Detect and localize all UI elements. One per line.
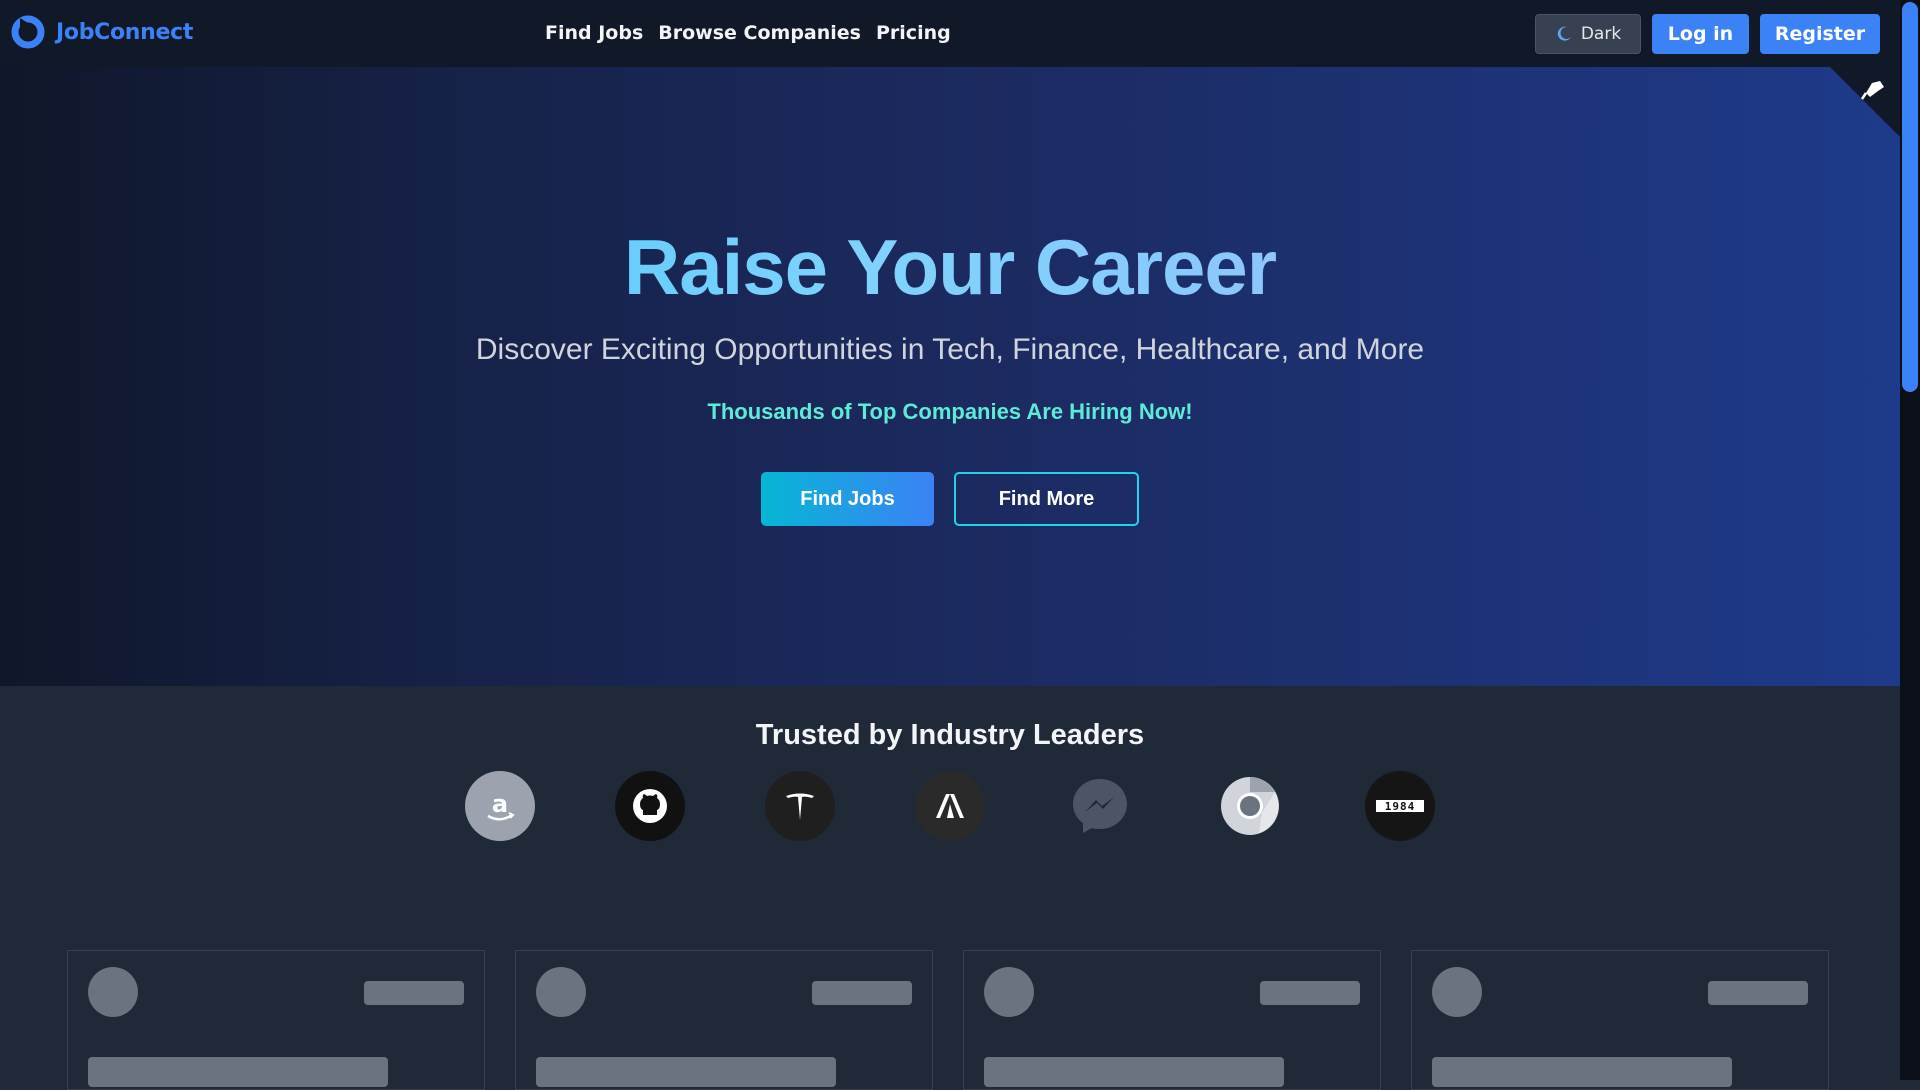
- adobe-icon[interactable]: [915, 771, 985, 841]
- chrome-glyph: [1221, 777, 1279, 835]
- messenger-glyph: [1073, 779, 1127, 833]
- skeleton-line: [536, 1057, 836, 1087]
- amazon-icon[interactable]: a: [465, 771, 535, 841]
- company-logos: a 1984: [465, 771, 1435, 841]
- github-icon[interactable]: [615, 771, 685, 841]
- skeleton-avatar: [536, 967, 586, 1017]
- page-scrollbar[interactable]: [1900, 0, 1920, 1080]
- svg-text:a: a: [492, 790, 508, 818]
- skeleton-line: [88, 1057, 388, 1087]
- skeleton-badge: [1708, 981, 1808, 1005]
- pin-icon[interactable]: [1858, 73, 1890, 105]
- skeleton-avatar: [1432, 967, 1482, 1017]
- tesla-glyph: [786, 793, 814, 820]
- brand-name: JobConnect: [56, 19, 194, 45]
- 1984-glyph: 1984: [1376, 800, 1424, 813]
- nav-link-browse-companies[interactable]: Browse Companies: [658, 22, 861, 44]
- skeleton-line: [1432, 1057, 1732, 1087]
- top-navbar: JobConnect Find Jobs Browse Companies Pr…: [0, 0, 1900, 67]
- chrome-icon[interactable]: [1215, 771, 1285, 841]
- theme-toggle-label: Dark: [1580, 24, 1622, 44]
- svg-text:1984: 1984: [1385, 800, 1416, 813]
- hero-tagline: Thousands of Top Companies Are Hiring No…: [707, 399, 1193, 424]
- job-cards: [67, 950, 1829, 1090]
- register-button[interactable]: Register: [1760, 14, 1880, 54]
- theme-toggle-button[interactable]: Dark: [1535, 14, 1641, 54]
- tesla-icon[interactable]: [765, 771, 835, 841]
- job-card-skeleton: [67, 950, 485, 1090]
- moon-icon: [1557, 26, 1571, 41]
- skeleton-avatar: [88, 967, 138, 1017]
- hero-subtitle: Discover Exciting Opportunities in Tech,…: [475, 333, 1425, 366]
- nav-links: Find Jobs Browse Companies Pricing: [545, 22, 951, 44]
- find-jobs-button[interactable]: Find Jobs: [761, 472, 934, 526]
- find-more-button[interactable]: Find More: [954, 472, 1139, 526]
- messenger-icon[interactable]: [1065, 771, 1135, 841]
- nav-link-pricing[interactable]: Pricing: [876, 22, 951, 44]
- trusted-title: Trusted by Industry Leaders: [755, 719, 1145, 751]
- scrollbar-thumb[interactable]: [1902, 2, 1918, 392]
- skeleton-line: [984, 1057, 1284, 1087]
- adobe-glyph: [936, 794, 964, 818]
- github-glyph: [633, 789, 667, 823]
- hero-section: Raise Your Career Discover Exciting Oppo…: [0, 67, 1900, 686]
- skeleton-badge: [812, 981, 912, 1005]
- 1984-icon[interactable]: 1984: [1365, 771, 1435, 841]
- job-card-skeleton: [1411, 950, 1829, 1090]
- jobconnect-logo-icon: [11, 15, 45, 49]
- brand[interactable]: JobConnect: [10, 14, 193, 50]
- amazon-glyph: a: [487, 790, 515, 821]
- nav-link-find-jobs[interactable]: Find Jobs: [545, 22, 643, 44]
- nav-actions: Dark Log in Register: [1535, 14, 1880, 54]
- skeleton-badge: [364, 981, 464, 1005]
- skeleton-badge: [1260, 981, 1360, 1005]
- hero-title: Raise Your Career: [0, 222, 1900, 313]
- job-card-skeleton: [963, 950, 1381, 1090]
- job-card-skeleton: [515, 950, 933, 1090]
- skeleton-avatar: [984, 967, 1034, 1017]
- login-button[interactable]: Log in: [1652, 14, 1749, 54]
